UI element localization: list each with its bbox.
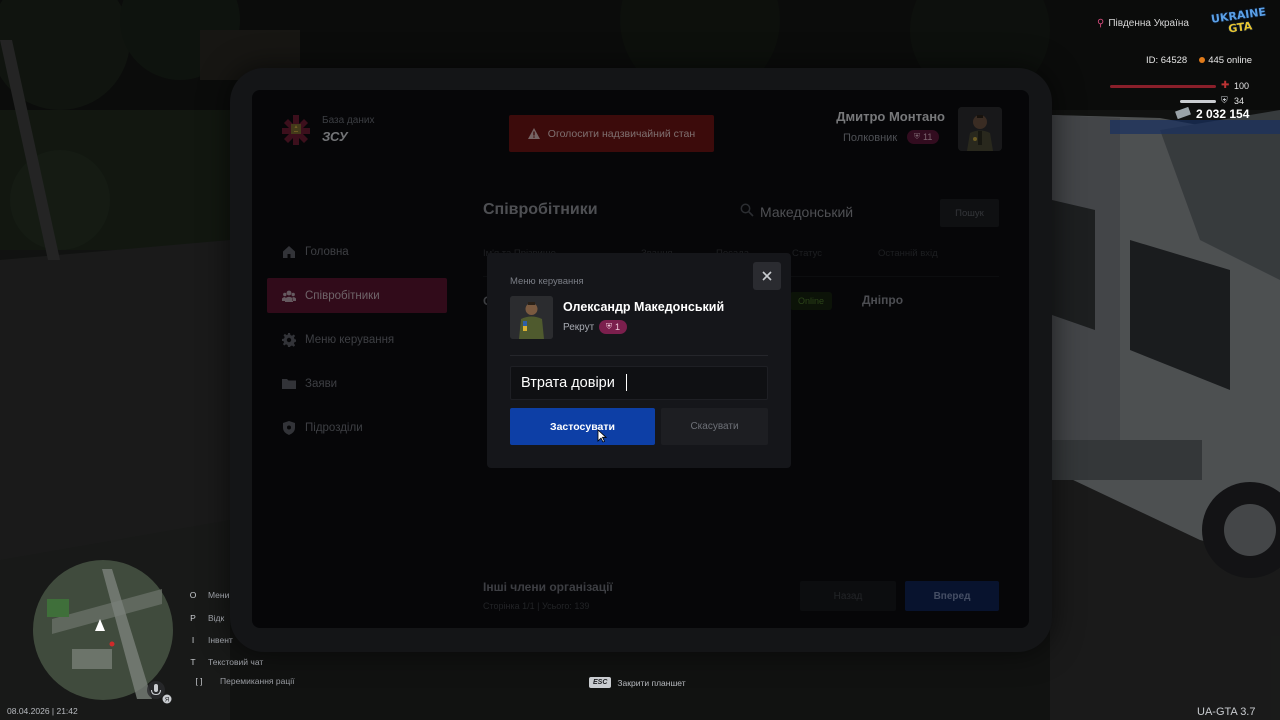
mouse-cursor-icon [597,429,607,443]
keybind-label: Відк [208,613,225,623]
rank-shield-icon: ⛨ [606,322,612,331]
apply-button[interactable]: Застосувати [510,408,655,445]
modal-title: Меню керування [510,276,584,287]
employee-avatar-image [510,296,553,339]
close-icon [762,271,772,281]
keybind-key: [ ] [195,676,203,686]
hud-player-info: ID: 64528 445 online [1146,55,1252,66]
health-value: 100 [1234,81,1250,91]
keybind-label: Перемикання рації [220,676,295,686]
employee-rank-level: 1 [615,322,621,332]
svg-text:Я: Я [165,698,169,704]
online-count: 445 online [1199,55,1252,66]
keybind-label: Мени [208,590,230,600]
microphone-icon: Я [147,681,172,704]
employee-rank-badge: ⛨ 1 [599,320,628,334]
keybind-hint: P Відк [188,613,224,623]
health-icon: ✚ [1221,80,1230,91]
employee-avatar [510,296,553,339]
player-id: ID: 64528 [1146,55,1188,66]
keybind-key: O [189,590,197,600]
keybind-label: Текстовий чат [208,657,264,667]
close-tablet-label: Закрити планшет [617,677,686,688]
online-dot-icon [1199,57,1206,64]
keybind-hint: I Інвент [188,635,233,645]
keybind-key: I [191,635,195,645]
reason-input[interactable] [510,366,768,400]
keybind-hint: T Текстовий чат [188,657,263,667]
game-version: UA-GTA 3.7 [1197,706,1256,718]
esc-key: ESC [589,677,612,688]
money-value: 2 032 154 [1196,107,1250,121]
date-time: 08.04.2026 | 21:42 [7,706,78,716]
online-count-label: 445 online [1208,55,1253,66]
armor-value: 34 [1234,96,1245,106]
keybind-label: Інвент [208,635,233,645]
keybind-hint: O Мени [188,590,230,600]
hud-region: ⚲ Південна Україна [1097,18,1189,29]
keybind-key: P [190,613,196,623]
employee-rank: Рекрут [563,322,595,333]
armor-icon: ⛨ [1221,95,1228,105]
armor-bar [1180,100,1216,103]
health-bar [1110,85,1216,88]
modal-close-button[interactable] [753,262,781,290]
keybind-hint: [ ] Перемикання рації [188,676,294,686]
close-tablet-hint: ESC Закрити планшет [589,677,686,688]
keybind-key: T [190,657,196,667]
modal-divider [510,355,768,356]
map-pin-icon: ⚲ [1097,18,1105,29]
hud-region-label: Південна Україна [1108,18,1189,29]
employee-name: Олександр Македонський [563,300,725,314]
text-caret [626,374,627,391]
cancel-button[interactable]: Скасувати [661,408,768,445]
